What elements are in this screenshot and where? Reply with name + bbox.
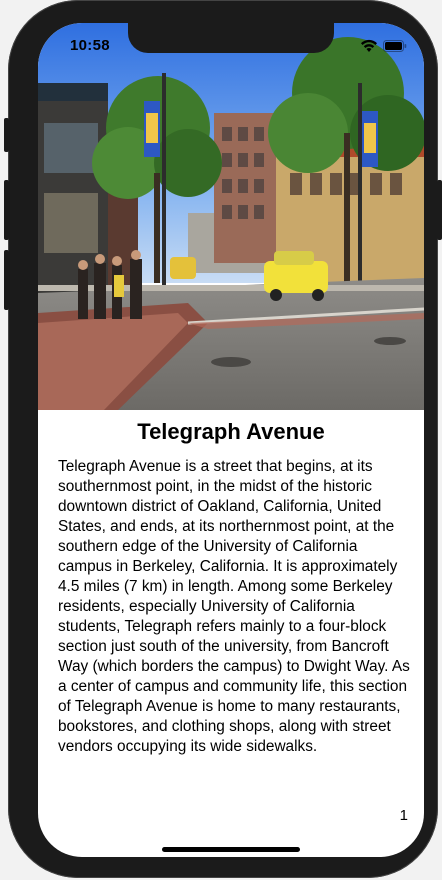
screen: 10:58 Telegraph Avenue Telegraph Avenue … — [38, 23, 424, 857]
volume-down-button — [4, 250, 9, 310]
status-time: 10:58 — [70, 37, 110, 54]
phone-frame: 10:58 Telegraph Avenue Telegraph Avenue … — [4, 0, 442, 878]
notch — [128, 23, 334, 53]
hero-image — [38, 23, 424, 410]
power-button — [437, 180, 442, 240]
silent-switch — [4, 118, 9, 152]
wifi-icon — [361, 39, 377, 52]
volume-up-button — [4, 180, 9, 240]
home-indicator[interactable] — [162, 847, 300, 852]
article-body: Telegraph Avenue is a street that begins… — [58, 458, 410, 755]
article-title: Telegraph Avenue — [137, 419, 325, 444]
page-number: 1 — [399, 807, 408, 824]
battery-icon — [383, 40, 407, 52]
